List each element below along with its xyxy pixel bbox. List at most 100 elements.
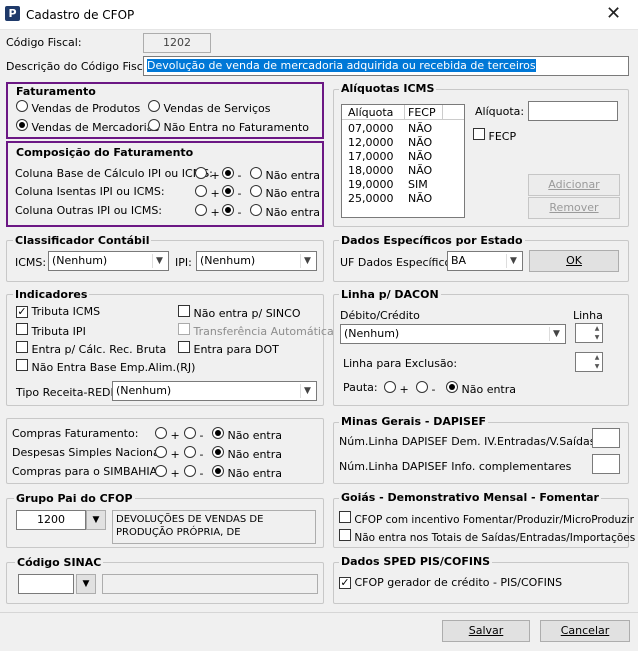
transferencia-option[interactable]: Transferência Automática [178,323,334,338]
vendas-produtos-option[interactable]: Vendas de Produtos [16,100,140,115]
entra-dot-option[interactable]: Entra para DOT [178,341,279,356]
sped-gerador-option[interactable]: ✓ CFOP gerador de crédito - PIS/COFINS [339,576,562,589]
aliquotas-table[interactable]: Alíquota FECP 07,0000 NÃO 12,0000 NÃO 17,0… [341,104,465,218]
composicao-row-2-nao-entra[interactable]: Não entra [250,204,320,219]
minas-row2-input[interactable] [592,454,620,474]
compras-row-2-nao-entra[interactable]: Não entra [212,465,282,480]
vendas-servicos-radio[interactable] [148,100,160,112]
table-row[interactable]: 19,0000 SIM [348,178,432,192]
vendas-servicos-label: Vendas de Serviços [163,102,271,115]
chevron-down-icon: ▼ [549,327,563,341]
descricao-value: Devolução de venda de mercadoria adquiri… [147,59,536,72]
minas-row1-input[interactable] [592,428,620,448]
entra-dot-checkbox[interactable] [178,341,190,353]
tipo-receita-select[interactable]: (Nenhum) ▼ [112,381,317,401]
composicao-row-1-minus[interactable]: - [222,185,241,200]
dacon-title: Linha p/ DACON [339,288,441,301]
composicao-row-0-plus[interactable]: + [195,167,220,182]
tributa-icms-option[interactable]: ✓ Tributa ICMS [16,305,100,318]
transferencia-checkbox[interactable] [178,323,190,335]
fecp-checkbox[interactable] [473,128,485,140]
grupo-pai-dropdown[interactable]: ▼ [86,510,106,530]
table-row[interactable]: 12,0000 NÃO [348,136,432,150]
table-row[interactable]: 17,0000 NÃO [348,150,432,164]
compras-row-2-minus[interactable]: - [184,465,203,480]
aliquota-input[interactable] [528,101,618,121]
vendas-servicos-option[interactable]: Vendas de Serviços [148,100,270,115]
cancelar-button[interactable]: Cancelar [540,620,630,642]
nao-entra-faturamento-radio[interactable] [148,119,160,131]
pauta-nao-entra[interactable]: Não entra [446,381,516,396]
vendas-produtos-label: Vendas de Produtos [31,102,141,115]
grupo-pai-input[interactable]: 1200 [16,510,86,530]
nao-entra-faturamento-option[interactable]: Não Entra no Faturamento [148,119,309,134]
tributa-ipi-label: Tributa IPI [31,325,86,338]
chevron-down-icon: ▼ [300,384,314,398]
close-icon[interactable]: ✕ [606,4,621,24]
compras-row-0-plus[interactable]: + [155,427,180,442]
ok-button[interactable]: OK [529,250,619,272]
table-row[interactable]: 25,0000 NÃO [348,192,432,206]
goias-opt1-checkbox[interactable] [339,511,351,523]
col-aliquota-header[interactable]: Alíquota [348,106,393,119]
compras-row-1-nao-entra[interactable]: Não entra [212,446,282,461]
exclusao-spinner[interactable]: ▲ ▼ [575,352,603,372]
compras-row-label: Despesas Simples Nacional: [12,446,167,459]
nao-entra-sinco-label: Não entra p/ SINCO [193,307,301,320]
compras-row-0-minus[interactable]: - [184,427,203,442]
tributa-icms-label: Tributa ICMS [31,305,101,318]
sped-gerador-checkbox[interactable]: ✓ [339,577,351,589]
sinac-input[interactable] [18,574,74,594]
chevron-down-icon: ▼ [82,579,90,589]
composicao-row-2-minus[interactable]: - [222,204,241,219]
composicao-row-0-nao-entra[interactable]: Não entra [250,167,320,182]
icms-select[interactable]: (Nenhum) ▼ [48,251,169,271]
tributa-icms-checkbox[interactable]: ✓ [16,306,28,318]
composicao-row-1-plus[interactable]: + [195,185,220,200]
composicao-row-1-nao-entra[interactable]: Não entra [250,185,320,200]
compras-row-1-minus[interactable]: - [184,446,203,461]
chevron-down-icon: ▼ [300,254,314,268]
nao-entra-sinco-checkbox[interactable] [178,305,190,317]
goias-opt2[interactable]: Não entra nos Totais de Saídas/Entradas/… [339,529,635,544]
salvar-button[interactable]: Salvar [442,620,530,642]
adicionar-button[interactable]: Adicionar [528,174,620,196]
vendas-mercadorias-radio[interactable] [16,119,28,131]
pauta-plus[interactable]: + [384,381,409,396]
footer-divider [0,612,638,613]
tributa-ipi-checkbox[interactable] [16,323,28,335]
composicao-row-0-minus[interactable]: - [222,167,241,182]
ipi-select[interactable]: (Nenhum) ▼ [196,251,317,271]
col-fecp-header[interactable]: FECP [408,106,436,119]
composicao-row-2-plus[interactable]: + [195,204,220,219]
vendas-mercadorias-option[interactable]: Vendas de Mercadorias [16,119,159,134]
uf-select[interactable]: BA ▼ [447,251,523,271]
fecp-option[interactable]: FECP [473,128,516,143]
remover-button[interactable]: Remover [528,197,620,219]
minas-title: Minas Gerais - DAPISEF [339,415,488,428]
descricao-field[interactable]: Devolução de venda de mercadoria adquiri… [143,56,629,76]
compras-row-2-plus[interactable]: + [155,465,180,480]
pauta-minus[interactable]: - [416,381,435,396]
codigo-fiscal-field[interactable]: 1202 [143,33,211,53]
nao-entra-sinco-option[interactable]: Não entra p/ SINCO [178,305,301,320]
table-row[interactable]: 07,0000 NÃO [348,122,432,136]
compras-row-1-plus[interactable]: + [155,446,180,461]
linha-spinner[interactable]: ▲ ▼ [575,323,603,343]
sinac-dropdown[interactable]: ▼ [76,574,96,594]
goias-opt2-checkbox[interactable] [339,529,351,541]
compras-row-0-nao-entra[interactable]: Não entra [212,427,282,442]
entra-calc-checkbox[interactable] [16,341,28,353]
nao-entra-base-label: Não Entra Base Emp.Alim.(RJ) [31,361,196,374]
nao-entra-base-option[interactable]: Não Entra Base Emp.Alim.(RJ) [16,359,195,374]
vendas-produtos-radio[interactable] [16,100,28,112]
chevron-down-icon: ▼ [152,254,166,268]
tributa-ipi-option[interactable]: Tributa IPI [16,323,86,338]
entra-calc-option[interactable]: Entra p/ Cálc. Rec. Bruta [16,341,166,356]
uf-label: UF Dados Específicos: [340,256,461,269]
aliquota-label: Alíquota: [475,105,525,118]
nao-entra-base-checkbox[interactable] [16,359,28,371]
table-row[interactable]: 18,0000 NÃO [348,164,432,178]
goias-opt1[interactable]: CFOP com incentivo Fomentar/Produzir/Mic… [339,511,634,526]
debito-select[interactable]: (Nenhum) ▼ [340,324,566,344]
